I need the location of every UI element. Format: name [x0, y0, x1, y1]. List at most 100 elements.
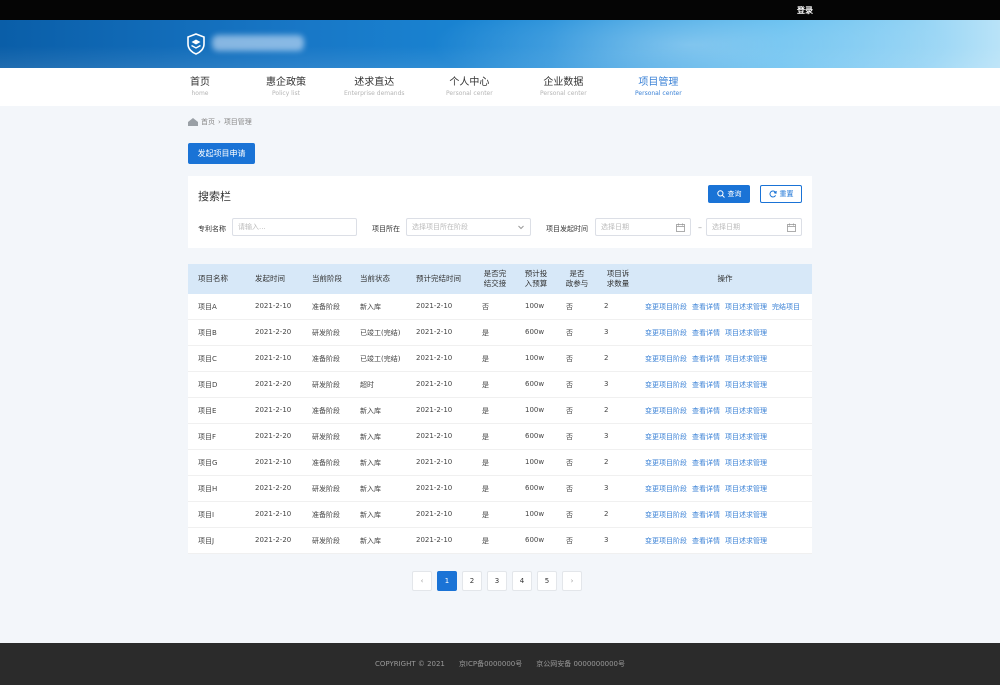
change-stage-link[interactable]: 变更项目阶段 [645, 380, 687, 390]
cell-end-time: 2021-2-10 [416, 380, 453, 388]
patent-name-input[interactable]: 请输入... [232, 218, 357, 236]
change-stage-link[interactable]: 变更项目阶段 [645, 328, 687, 338]
breadcrumb-separator: › [218, 118, 221, 126]
cell-gov: 否 [566, 407, 573, 415]
page-button-4[interactable]: 4 [512, 571, 532, 591]
nav-item-home[interactable]: 首页 home [190, 77, 210, 99]
view-detail-link[interactable]: 查看详情 [692, 484, 720, 494]
change-stage-link[interactable]: 变更项目阶段 [645, 432, 687, 442]
nav-item-project-management[interactable]: 项目管理 Personal center [635, 77, 682, 99]
column-header-start-time: 发起时间 [255, 274, 285, 283]
reset-button[interactable]: 重置 [760, 185, 802, 203]
cell-count: 3 [604, 536, 609, 544]
change-stage-link[interactable]: 变更项目阶段 [645, 458, 687, 468]
change-stage-link[interactable]: 变更项目阶段 [645, 302, 687, 312]
next-page-button[interactable]: › [562, 571, 582, 591]
search-title: 搜索栏 [198, 190, 231, 203]
nav-sublabel: home [191, 90, 209, 97]
cell-count: 2 [604, 406, 609, 414]
view-detail-link[interactable]: 查看详情 [692, 536, 720, 546]
nav-sublabel: Personal center [635, 90, 682, 97]
project-location-label: 项目所在 [372, 225, 400, 233]
cell-stage: 研发阶段 [312, 485, 340, 493]
cell-budget: 100w [525, 302, 545, 310]
cell-stage: 准备阶段 [312, 511, 340, 519]
demand-manage-link[interactable]: 项目述求管理 [725, 484, 767, 494]
demand-manage-link[interactable]: 项目述求管理 [725, 432, 767, 442]
nav-item-policy[interactable]: 惠企政策 Policy list [266, 77, 306, 99]
page-button-5[interactable]: 5 [537, 571, 557, 591]
cell-budget: 100w [525, 354, 545, 362]
cell-budget: 600w [525, 328, 545, 336]
date-start-input[interactable]: 选择日期 [595, 218, 691, 236]
change-stage-link[interactable]: 变更项目阶段 [645, 484, 687, 494]
cell-start-time: 2021-2-10 [255, 510, 292, 518]
breadcrumb-current: 项目管理 [223, 118, 252, 126]
page-button-1[interactable]: 1 [437, 571, 457, 591]
query-button[interactable]: 查询 [708, 185, 750, 203]
demand-manage-link[interactable]: 项目述求管理 [725, 354, 767, 364]
nav-item-enterprise-data[interactable]: 企业数据 Personal center [540, 77, 587, 99]
view-detail-link[interactable]: 查看详情 [692, 354, 720, 364]
row-actions: 变更项目阶段 查看详情 项目述求管理 [645, 536, 767, 546]
date-end-placeholder: 选择日期 [712, 223, 740, 231]
change-stage-link[interactable]: 变更项目阶段 [645, 406, 687, 416]
reset-label: 重置 [779, 190, 794, 198]
cell-gov: 否 [566, 485, 573, 493]
cell-count: 2 [604, 458, 609, 466]
breadcrumb-home[interactable]: 首页 [201, 117, 215, 127]
create-project-button[interactable]: 发起项目申请 [188, 143, 255, 164]
page-button-3[interactable]: 3 [487, 571, 507, 591]
change-stage-link[interactable]: 变更项目阶段 [645, 510, 687, 520]
calendar-icon [676, 223, 685, 232]
demand-manage-link[interactable]: 项目述求管理 [725, 536, 767, 546]
demand-manage-link[interactable]: 项目述求管理 [725, 302, 767, 312]
demand-manage-link[interactable]: 项目述求管理 [725, 458, 767, 468]
date-end-input[interactable]: 选择日期 [706, 218, 802, 236]
cell-start-time: 2021-2-10 [255, 302, 292, 310]
cell-handover: 是 [482, 537, 489, 545]
view-detail-link[interactable]: 查看详情 [692, 510, 720, 520]
cell-stage: 准备阶段 [312, 459, 340, 467]
table-header: 项目名称 发起时间 当前阶段 当前状态 预计完结时间 是否完 结交接 预计投 入预算… [188, 264, 812, 294]
cell-gov: 否 [566, 355, 573, 363]
cell-name: 项目H [198, 485, 218, 493]
demand-manage-link[interactable]: 项目述求管理 [725, 406, 767, 416]
change-stage-link[interactable]: 变更项目阶段 [645, 536, 687, 546]
complete-project-link[interactable]: 完结项目 [772, 302, 800, 312]
cell-budget: 100w [525, 458, 545, 466]
login-link[interactable]: 登录 [797, 5, 813, 16]
project-location-select[interactable]: 选择项目所在阶段 [406, 218, 531, 236]
view-detail-link[interactable]: 查看详情 [692, 328, 720, 338]
cell-handover: 否 [482, 303, 489, 311]
view-detail-link[interactable]: 查看详情 [692, 458, 720, 468]
change-stage-link[interactable]: 变更项目阶段 [645, 354, 687, 364]
view-detail-link[interactable]: 查看详情 [692, 380, 720, 390]
cell-budget: 100w [525, 406, 545, 414]
table-row: 项目A 2021-2-10 准备阶段 新入库 2021-2-10 否 100w 否 2 变更项目阶… [188, 294, 812, 320]
home-icon [188, 118, 198, 126]
date-range-separator: – [698, 223, 702, 232]
page-button-2[interactable]: 2 [462, 571, 482, 591]
demand-manage-link[interactable]: 项目述求管理 [725, 380, 767, 390]
demand-manage-link[interactable]: 项目述求管理 [725, 328, 767, 338]
view-detail-link[interactable]: 查看详情 [692, 302, 720, 312]
nav-item-personal[interactable]: 个人中心 Personal center [446, 77, 493, 99]
cell-start-time: 2021-2-20 [255, 484, 292, 492]
view-detail-link[interactable]: 查看详情 [692, 432, 720, 442]
nav-sublabel: Policy list [272, 90, 300, 97]
column-header-name: 项目名称 [198, 274, 228, 283]
cell-budget: 600w [525, 432, 545, 440]
cell-status: 新入库 [360, 485, 381, 493]
cell-status: 已竣工(完结) [360, 329, 401, 337]
cell-end-time: 2021-2-10 [416, 536, 453, 544]
prev-page-button[interactable]: ‹ [412, 571, 432, 591]
nav-item-demands[interactable]: 述求直达 Enterprise demands [344, 77, 405, 99]
table-row: 项目F 2021-2-20 研发阶段 新入库 2021-2-10 是 600w 否 3 变更项目阶… [188, 424, 812, 450]
top-bar: 登录 [0, 0, 1000, 20]
nav-label: 述求直达 [354, 77, 395, 88]
demand-manage-link[interactable]: 项目述求管理 [725, 510, 767, 520]
column-header-status: 当前状态 [360, 274, 390, 283]
view-detail-link[interactable]: 查看详情 [692, 406, 720, 416]
cell-handover: 是 [482, 459, 489, 467]
